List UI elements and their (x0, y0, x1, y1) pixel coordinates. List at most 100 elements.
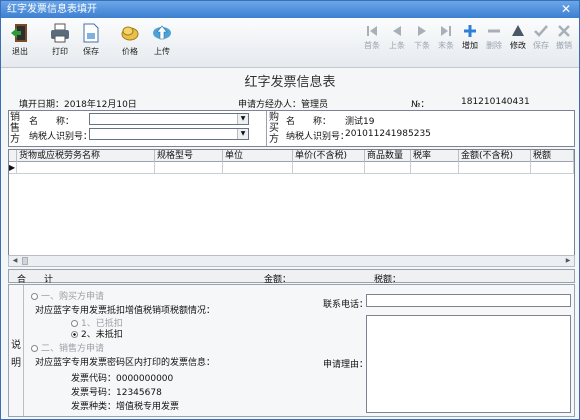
prev-record-label: 上条 (389, 41, 405, 50)
first-record-icon (367, 26, 377, 36)
seller-apply-label: 二、销售方申请 (41, 344, 105, 354)
edit-icon (512, 25, 524, 36)
cell-spec[interactable] (155, 162, 223, 174)
next-record-icon (418, 26, 426, 36)
cell-tax[interactable] (531, 162, 574, 174)
phone-label: 联系电话： (323, 300, 369, 310)
next-record-button[interactable]: 下条 (411, 24, 433, 51)
chevron-down-icon[interactable]: ▼ (237, 129, 248, 139)
col-tax-rate[interactable]: 税率 (411, 150, 459, 162)
chevron-down-icon[interactable]: ▼ (237, 114, 248, 124)
cell-tax-rate[interactable] (411, 162, 459, 174)
close-button[interactable]: ✕ (559, 1, 573, 18)
prev-record-icon (393, 26, 401, 36)
applicant: 申请方经办人：管理员 (238, 100, 329, 110)
delete-button[interactable]: 删除 (483, 24, 505, 51)
grid-header: 货物或应税劳务名称 规格型号 单位 单价(不含税) 商品数量 税率 金额(不含税… (9, 150, 574, 162)
undo-button[interactable]: 撤销 (553, 24, 575, 51)
seller-name-label: 名 称： (29, 117, 75, 127)
radio-buyer-apply[interactable] (31, 293, 38, 300)
undo-label: 撤销 (556, 41, 572, 50)
description-side-label: 说明 (11, 340, 21, 369)
seller-taxid-combo[interactable]: ▼ (89, 128, 249, 140)
upload-button[interactable]: 上传 (149, 22, 175, 57)
price-button[interactable]: 价格 (117, 22, 143, 57)
print-label: 打印 (52, 47, 68, 56)
add-button[interactable]: 增加 (459, 24, 481, 51)
exit-icon (11, 24, 27, 42)
col-unit[interactable]: 单位 (223, 150, 293, 162)
save-record-label: 保存 (533, 41, 549, 50)
invoice-number: 发票号码：12345678 (71, 388, 162, 398)
upload-icon (153, 25, 171, 40)
invoice-code: 发票代码：0000000000 (71, 374, 174, 384)
col-quantity[interactable]: 商品数量 (365, 150, 411, 162)
save-file-label: 保存 (83, 47, 99, 56)
scroll-left-arrow-icon[interactable]: ◀ (10, 257, 20, 265)
red-invoice-window: 红字发票信息表填开 ✕ 退出 打印 保存 价格 上传 首条 上条 下条 末条 增… (0, 0, 580, 420)
horizontal-scrollbar[interactable]: ◀ ▶ (8, 255, 575, 267)
description-divider (23, 285, 24, 416)
fill-date: 填开日期：2018年12月10日 (19, 100, 137, 110)
print-button[interactable]: 打印 (47, 22, 73, 57)
cell-unit-price[interactable] (293, 162, 365, 174)
last-record-button[interactable]: 末条 (435, 24, 457, 51)
edit-button[interactable]: 修改 (507, 24, 529, 51)
phone-input[interactable] (366, 294, 571, 307)
blue-invoice-desc: 对应蓝字专用发票密码区内打印的发票信息： (35, 358, 216, 368)
prev-record-button[interactable]: 上条 (386, 24, 408, 51)
radio-deducted[interactable] (71, 320, 78, 327)
buyer-taxid-value: 201011241985235 (345, 129, 431, 139)
last-record-label: 末条 (438, 41, 454, 50)
exit-label: 退出 (12, 47, 28, 56)
scroll-thumb[interactable] (22, 257, 28, 265)
buyer-name-value: 测试19 (345, 117, 375, 127)
seller-taxid-label: 纳税人识别号： (29, 132, 93, 142)
last-record-icon (441, 26, 451, 36)
radio-not-deducted[interactable] (71, 331, 78, 338)
cell-goods-name[interactable] (17, 162, 155, 174)
col-goods-name[interactable]: 货物或应税劳务名称 (17, 150, 155, 162)
seller-side-label: 销售方 (10, 112, 20, 145)
exit-button[interactable]: 退出 (7, 22, 33, 57)
delete-label: 删除 (486, 41, 502, 50)
col-unit-price[interactable]: 单价(不含税) (293, 150, 365, 162)
cell-quantity[interactable] (365, 162, 411, 174)
not-deducted-option[interactable]: 2、未抵扣 (71, 327, 123, 340)
cell-amount[interactable] (459, 162, 531, 174)
col-amount[interactable]: 金额(不含税) (459, 150, 531, 162)
parties-divider (266, 111, 267, 146)
save-icon (83, 23, 99, 43)
add-label: 增加 (462, 41, 478, 50)
form-title: 红字发票信息表 (244, 75, 336, 90)
buyer-taxid-label: 纳税人识别号： (286, 132, 350, 142)
form-number: 181210140431 (461, 97, 530, 107)
save-file-button[interactable]: 保存 (78, 22, 104, 57)
undo-icon (558, 25, 570, 37)
title-bar: 红字发票信息表填开 ✕ (1, 1, 579, 18)
first-record-button[interactable]: 首条 (361, 24, 383, 51)
radio-seller-apply[interactable] (31, 345, 38, 352)
delete-icon (488, 29, 500, 33)
description-panel: 说明 一、购买方申请 对应蓝字专用发票抵扣增值税销项税额情况： 1、已抵扣 2、… (8, 284, 575, 417)
print-icon (51, 23, 69, 43)
scroll-right-arrow-icon[interactable]: ▶ (563, 257, 573, 265)
buyer-apply-option[interactable]: 一、购买方申请 (31, 289, 104, 302)
save-check-icon (534, 25, 548, 37)
save-record-button[interactable]: 保存 (530, 24, 552, 51)
goods-grid[interactable]: 货物或应税劳务名称 规格型号 单位 单价(不含税) 商品数量 税率 金额(不含税… (8, 149, 575, 267)
deduction-question: 对应蓝字专用发票抵扣增值税销项税额情况： (35, 306, 216, 316)
first-record-label: 首条 (364, 41, 380, 50)
totals-row: 合 计 金额： 税额： (8, 269, 575, 285)
col-spec[interactable]: 规格型号 (155, 150, 223, 162)
upload-label: 上传 (154, 47, 170, 56)
form-number-label: №： (411, 100, 430, 110)
col-tax[interactable]: 税额 (531, 150, 574, 162)
seller-name-combo[interactable]: ▼ (89, 113, 249, 125)
reason-textarea[interactable] (366, 315, 571, 413)
add-icon (464, 25, 476, 37)
not-deducted-label: 2、未抵扣 (81, 330, 123, 340)
cell-unit[interactable] (223, 162, 293, 174)
next-record-label: 下条 (414, 41, 430, 50)
seller-apply-option[interactable]: 二、销售方申请 (31, 341, 104, 354)
